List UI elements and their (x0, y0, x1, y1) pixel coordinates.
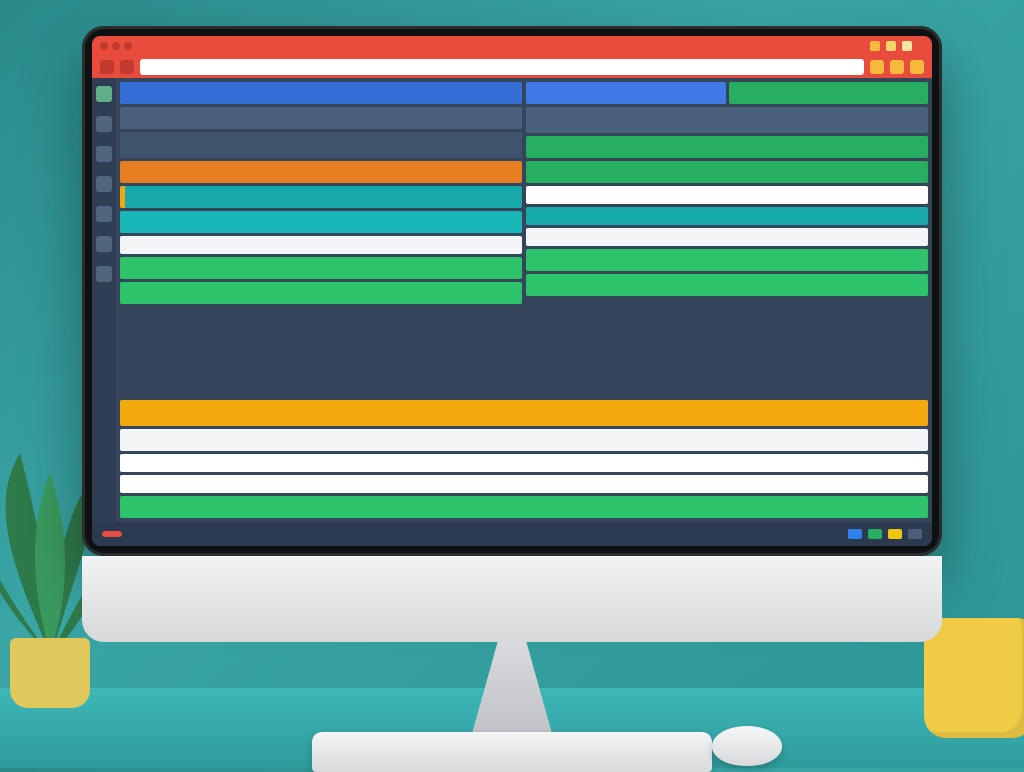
card-right-3[interactable] (526, 136, 928, 158)
mouse (712, 726, 782, 766)
full-row-3[interactable] (120, 454, 928, 472)
card-right-2[interactable] (526, 107, 928, 133)
full-row-2[interactable] (120, 429, 928, 451)
card-left-5[interactable] (120, 186, 522, 208)
status-chip-2[interactable] (868, 529, 882, 539)
card-left-6[interactable] (120, 211, 522, 233)
sidebar-item-files[interactable] (96, 206, 112, 222)
sidebar-item-chat[interactable] (96, 236, 112, 252)
address-bar (92, 56, 932, 78)
toolbar-icon-3[interactable] (910, 60, 924, 74)
imac-chin (82, 556, 942, 642)
right-column (526, 82, 928, 397)
full-row-1[interactable] (120, 400, 928, 426)
window-titlebar (92, 36, 932, 56)
sidebar-item-home[interactable] (96, 86, 112, 102)
status-chip-3[interactable] (888, 529, 902, 539)
card-right-7[interactable] (526, 228, 928, 246)
full-row-5[interactable] (120, 496, 928, 518)
keyboard (312, 732, 712, 772)
full-row-4[interactable] (120, 475, 928, 493)
status-bar (92, 522, 932, 546)
status-chip-4[interactable] (908, 529, 922, 539)
toolbar-icon-1[interactable] (870, 60, 884, 74)
address-input[interactable] (140, 59, 864, 75)
toolbar-icon-2[interactable] (890, 60, 904, 74)
forward-icon[interactable] (120, 60, 134, 74)
primary-action-button[interactable] (102, 531, 122, 537)
card-left-1[interactable] (120, 82, 522, 104)
titlebar-tools (870, 41, 912, 51)
card-right-5[interactable] (526, 186, 928, 204)
status-chip-1[interactable] (848, 529, 862, 539)
card-right-9[interactable] (526, 274, 928, 296)
sidebar (92, 78, 116, 522)
card-left-8[interactable] (120, 257, 522, 279)
sidebar-item-calendar[interactable] (96, 176, 112, 192)
card-left-4[interactable] (120, 161, 522, 183)
back-icon[interactable] (100, 60, 114, 74)
window-control-max[interactable] (124, 42, 132, 50)
card-right-1b[interactable] (729, 82, 929, 104)
sidebar-item-tasks[interactable] (96, 146, 112, 162)
titlebar-icon-1[interactable] (870, 41, 880, 51)
sidebar-item-board[interactable] (96, 116, 112, 132)
card-right-8[interactable] (526, 249, 928, 271)
window-control-close[interactable] (100, 42, 108, 50)
titlebar-icon-3[interactable] (902, 41, 912, 51)
card-left-2[interactable] (120, 107, 522, 129)
card-left-7[interactable] (120, 236, 522, 254)
imac-device (82, 26, 942, 770)
card-right-4[interactable] (526, 161, 928, 183)
card-right-1a[interactable] (526, 82, 726, 104)
card-left-3[interactable] (120, 132, 522, 158)
sidebar-item-settings[interactable] (96, 266, 112, 282)
app-window (92, 36, 932, 546)
titlebar-icon-2[interactable] (886, 41, 896, 51)
left-column (120, 82, 522, 397)
card-left-9[interactable] (120, 282, 522, 304)
card-right-6[interactable] (526, 207, 928, 225)
window-control-min[interactable] (112, 42, 120, 50)
